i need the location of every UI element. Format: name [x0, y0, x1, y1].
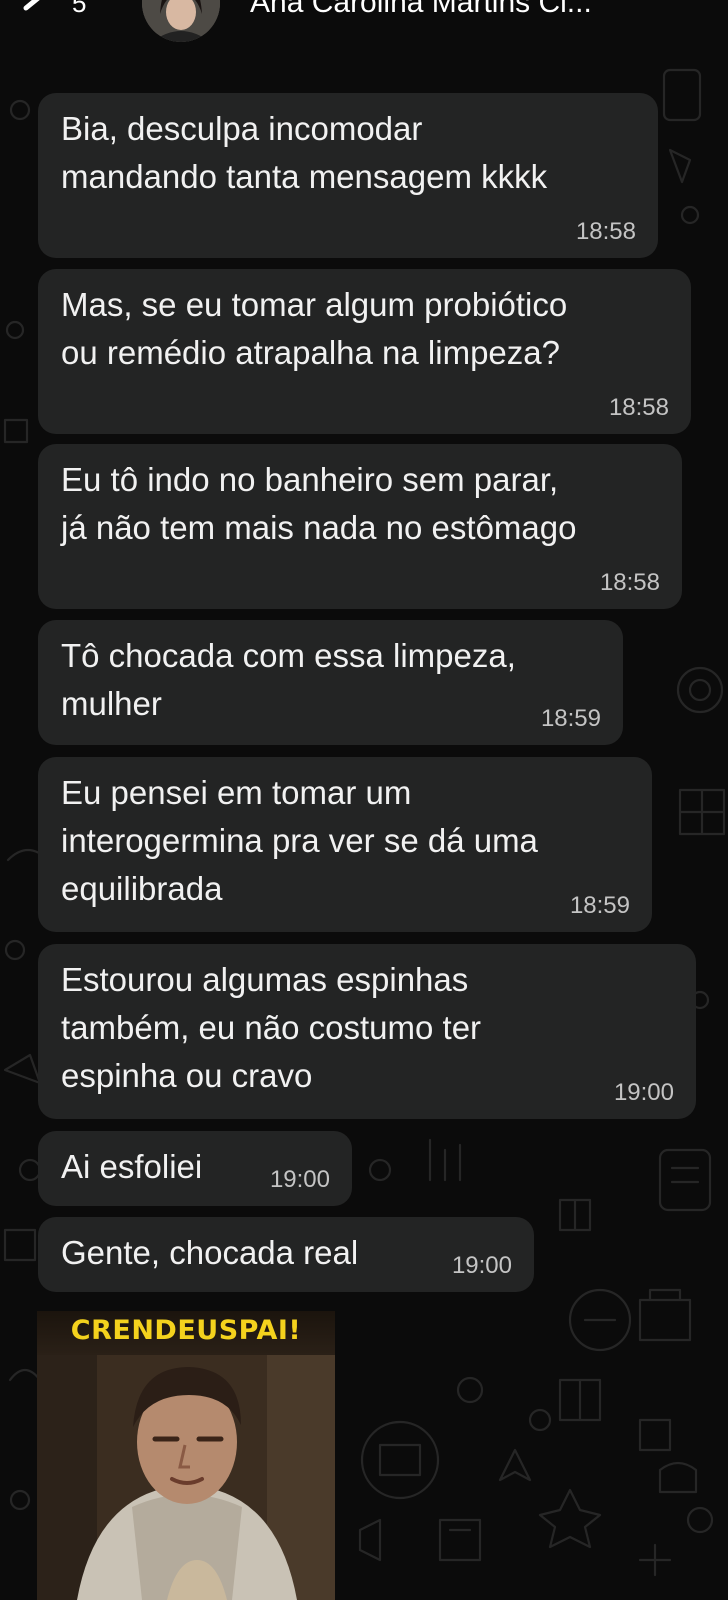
sticker-image [37, 1347, 335, 1600]
message-time: 18:59 [569, 892, 630, 919]
incoming-message[interactable]: Eu pensei em tomar um interogermina pra … [38, 757, 652, 932]
chevron-left-icon[interactable] [18, 0, 58, 26]
back-unread-count[interactable]: 5 [72, 0, 86, 19]
message-text: Bia, desculpa incomodar mandando tanta m… [61, 110, 548, 195]
incoming-message[interactable]: Bia, desculpa incomodar mandando tanta m… [38, 93, 658, 258]
incoming-message[interactable]: Mas, se eu tomar algum probiótico ou rem… [38, 269, 691, 434]
incoming-message[interactable]: Estourou algumas espinhas também, eu não… [38, 944, 696, 1119]
message-time: 19:00 [451, 1252, 512, 1279]
message-text: Mas, se eu tomar algum probiótico ou rem… [61, 286, 568, 371]
message-text: Estourou algumas espinhas também, eu não… [61, 961, 482, 1094]
message-text: Gente, chocada real [61, 1234, 359, 1271]
sticker-caption: CRENDEUSPAI! [37, 1311, 335, 1355]
message-text: Eu tô indo no banheiro sem parar, já não… [61, 461, 577, 546]
message-text: Tô chocada com essa limpeza, mulher [61, 637, 516, 722]
message-time: 19:00 [269, 1166, 330, 1193]
video-call-icon[interactable] [684, 0, 728, 18]
sticker-gif[interactable]: CRENDEUSPAI! [37, 1311, 335, 1600]
message-time: 19:00 [613, 1079, 674, 1106]
incoming-message[interactable]: Ai esfoliei 19:00 [38, 1131, 352, 1206]
chat-header: 5 Ana Carolina Martins Cl... [0, 0, 728, 50]
message-time: 18:58 [575, 218, 636, 245]
message-time: 18:58 [599, 569, 660, 596]
contact-name[interactable]: Ana Carolina Martins Cl... [250, 0, 592, 20]
message-text: Ai esfoliei [61, 1148, 203, 1185]
incoming-message[interactable]: Gente, chocada real 19:00 [38, 1217, 534, 1292]
incoming-message[interactable]: Eu tô indo no banheiro sem parar, já não… [38, 444, 682, 609]
incoming-message[interactable]: Tô chocada com essa limpeza, mulher 18:5… [38, 620, 623, 745]
message-time: 18:59 [540, 705, 601, 732]
message-text: Eu pensei em tomar um interogermina pra … [61, 774, 538, 907]
contact-avatar[interactable] [142, 0, 220, 42]
message-time: 18:58 [608, 394, 669, 421]
